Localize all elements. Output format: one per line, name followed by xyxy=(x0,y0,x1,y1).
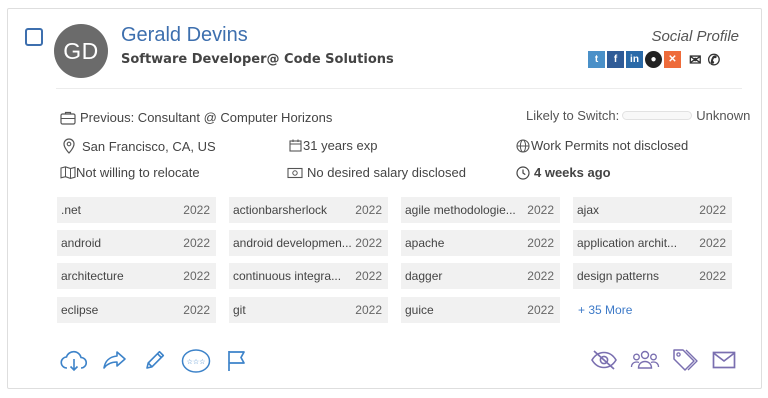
skill-year: 2022 xyxy=(183,269,210,283)
skill-year: 2022 xyxy=(355,269,382,283)
skill-year: 2022 xyxy=(699,269,726,283)
candidate-name[interactable]: Gerald Devins xyxy=(121,24,248,47)
skill-year: 2022 xyxy=(355,203,382,217)
skill-chip: android developmen... 2022 xyxy=(229,230,388,256)
candidate-headline: Software Developer@ Code Solutions xyxy=(121,52,394,67)
twitter-icon[interactable]: t xyxy=(588,51,605,68)
switch-label: Likely to Switch: xyxy=(526,108,620,123)
social-profile-label: Social Profile xyxy=(651,28,739,45)
skill-name: design patterns xyxy=(577,269,660,283)
more-skills-link[interactable]: + 35 More xyxy=(578,303,632,317)
skill-chip: apache 2022 xyxy=(401,230,560,256)
svg-text:☆☆☆: ☆☆☆ xyxy=(187,358,206,366)
briefcase-icon xyxy=(60,111,76,125)
github-icon[interactable]: ● xyxy=(645,51,662,68)
skill-chip: actionbarsherlock 2022 xyxy=(229,197,388,223)
work-permits: Work Permits not disclosed xyxy=(516,138,688,153)
calendar-icon xyxy=(289,139,302,152)
skill-name: guice xyxy=(405,303,434,317)
skill-year: 2022 xyxy=(183,236,210,250)
relocation: Not willing to relocate xyxy=(60,165,200,180)
linkedin-icon[interactable]: in xyxy=(626,51,643,68)
select-checkbox[interactable] xyxy=(25,28,43,46)
skill-name: continuous integra... xyxy=(233,269,342,283)
skill-name: actionbarsherlock xyxy=(233,203,328,217)
salary-text: No desired salary disclosed xyxy=(307,165,466,180)
skill-year: 2022 xyxy=(183,303,210,317)
skill-name: architecture xyxy=(61,269,124,283)
flag-icon[interactable] xyxy=(226,349,248,373)
skill-chip: application archit... 2022 xyxy=(573,230,732,256)
relocation-text: Not willing to relocate xyxy=(76,165,200,180)
location-pin-icon xyxy=(63,138,75,154)
switch-value: Unknown xyxy=(696,108,751,123)
email-icon[interactable]: ✉ xyxy=(689,51,702,69)
likely-to-switch: Likely to Switch: Unknown xyxy=(526,108,750,123)
experience: 31 years exp xyxy=(289,138,377,153)
location: San Francisco, CA, US xyxy=(62,138,216,154)
globe-icon xyxy=(516,138,530,153)
tags-icon[interactable] xyxy=(671,347,699,373)
last-active-text: 4 weeks ago xyxy=(534,165,611,180)
map-icon xyxy=(60,166,76,179)
rate-icon[interactable]: ☆☆☆ xyxy=(181,348,211,374)
skill-year: 2022 xyxy=(527,236,554,250)
avatar: GD xyxy=(54,24,108,78)
skill-name: .net xyxy=(61,203,82,217)
skill-year: 2022 xyxy=(699,203,726,217)
skill-chip: .net 2022 xyxy=(57,197,216,223)
work-permits-text: Work Permits not disclosed xyxy=(531,138,689,153)
xing-icon[interactable]: ✕ xyxy=(664,51,681,68)
skill-year: 2022 xyxy=(355,236,382,250)
skill-chip: continuous integra... 2022 xyxy=(229,263,388,289)
skill-chip: git 2022 xyxy=(229,297,388,323)
skill-year: 2022 xyxy=(183,203,210,217)
skill-year: 2022 xyxy=(355,303,382,317)
hide-icon[interactable] xyxy=(590,349,618,371)
skill-year: 2022 xyxy=(527,203,554,217)
skill-year: 2022 xyxy=(527,303,554,317)
skill-chip: android 2022 xyxy=(57,230,216,256)
salary: No desired salary disclosed xyxy=(287,165,466,180)
skill-name: android developmen... xyxy=(233,236,352,250)
skill-chip: eclipse 2022 xyxy=(57,297,216,323)
skill-chip: architecture 2022 xyxy=(57,263,216,289)
share-icon[interactable] xyxy=(102,349,128,371)
switch-meter xyxy=(622,111,693,120)
skill-chip: guice 2022 xyxy=(401,297,560,323)
skill-name: apache xyxy=(405,236,445,250)
last-active: 4 weeks ago xyxy=(516,165,611,180)
skill-chip: dagger 2022 xyxy=(401,263,560,289)
previous-role-text: Previous: Consultant @ Computer Horizons xyxy=(80,110,333,125)
skill-name: android xyxy=(61,236,102,250)
skill-name: agile methodologie... xyxy=(405,203,516,217)
money-icon xyxy=(287,167,303,178)
skill-name: application archit... xyxy=(577,236,678,250)
skill-chip: design patterns 2022 xyxy=(573,263,732,289)
message-icon[interactable] xyxy=(712,351,736,369)
experience-text: 31 years exp xyxy=(303,138,378,153)
skill-name: ajax xyxy=(577,203,600,217)
group-icon[interactable] xyxy=(630,348,660,372)
edit-icon[interactable] xyxy=(143,348,167,372)
skill-chip: ajax 2022 xyxy=(573,197,732,223)
skill-year: 2022 xyxy=(699,236,726,250)
skill-year: 2022 xyxy=(527,269,554,283)
phone-icon[interactable]: ✆ xyxy=(708,51,721,69)
previous-role: Previous: Consultant @ Computer Horizons xyxy=(60,110,332,125)
skill-chip: agile methodologie... 2022 xyxy=(401,197,560,223)
facebook-icon[interactable]: f xyxy=(607,51,624,68)
download-icon[interactable] xyxy=(60,349,88,373)
clock-icon xyxy=(516,165,530,180)
location-text: San Francisco, CA, US xyxy=(82,138,216,154)
skill-name: eclipse xyxy=(61,303,99,317)
skill-name: git xyxy=(233,303,246,317)
skill-name: dagger xyxy=(405,269,443,283)
divider xyxy=(56,88,742,89)
social-icons: t f in ● ✕ ✉ ✆ xyxy=(588,51,721,69)
